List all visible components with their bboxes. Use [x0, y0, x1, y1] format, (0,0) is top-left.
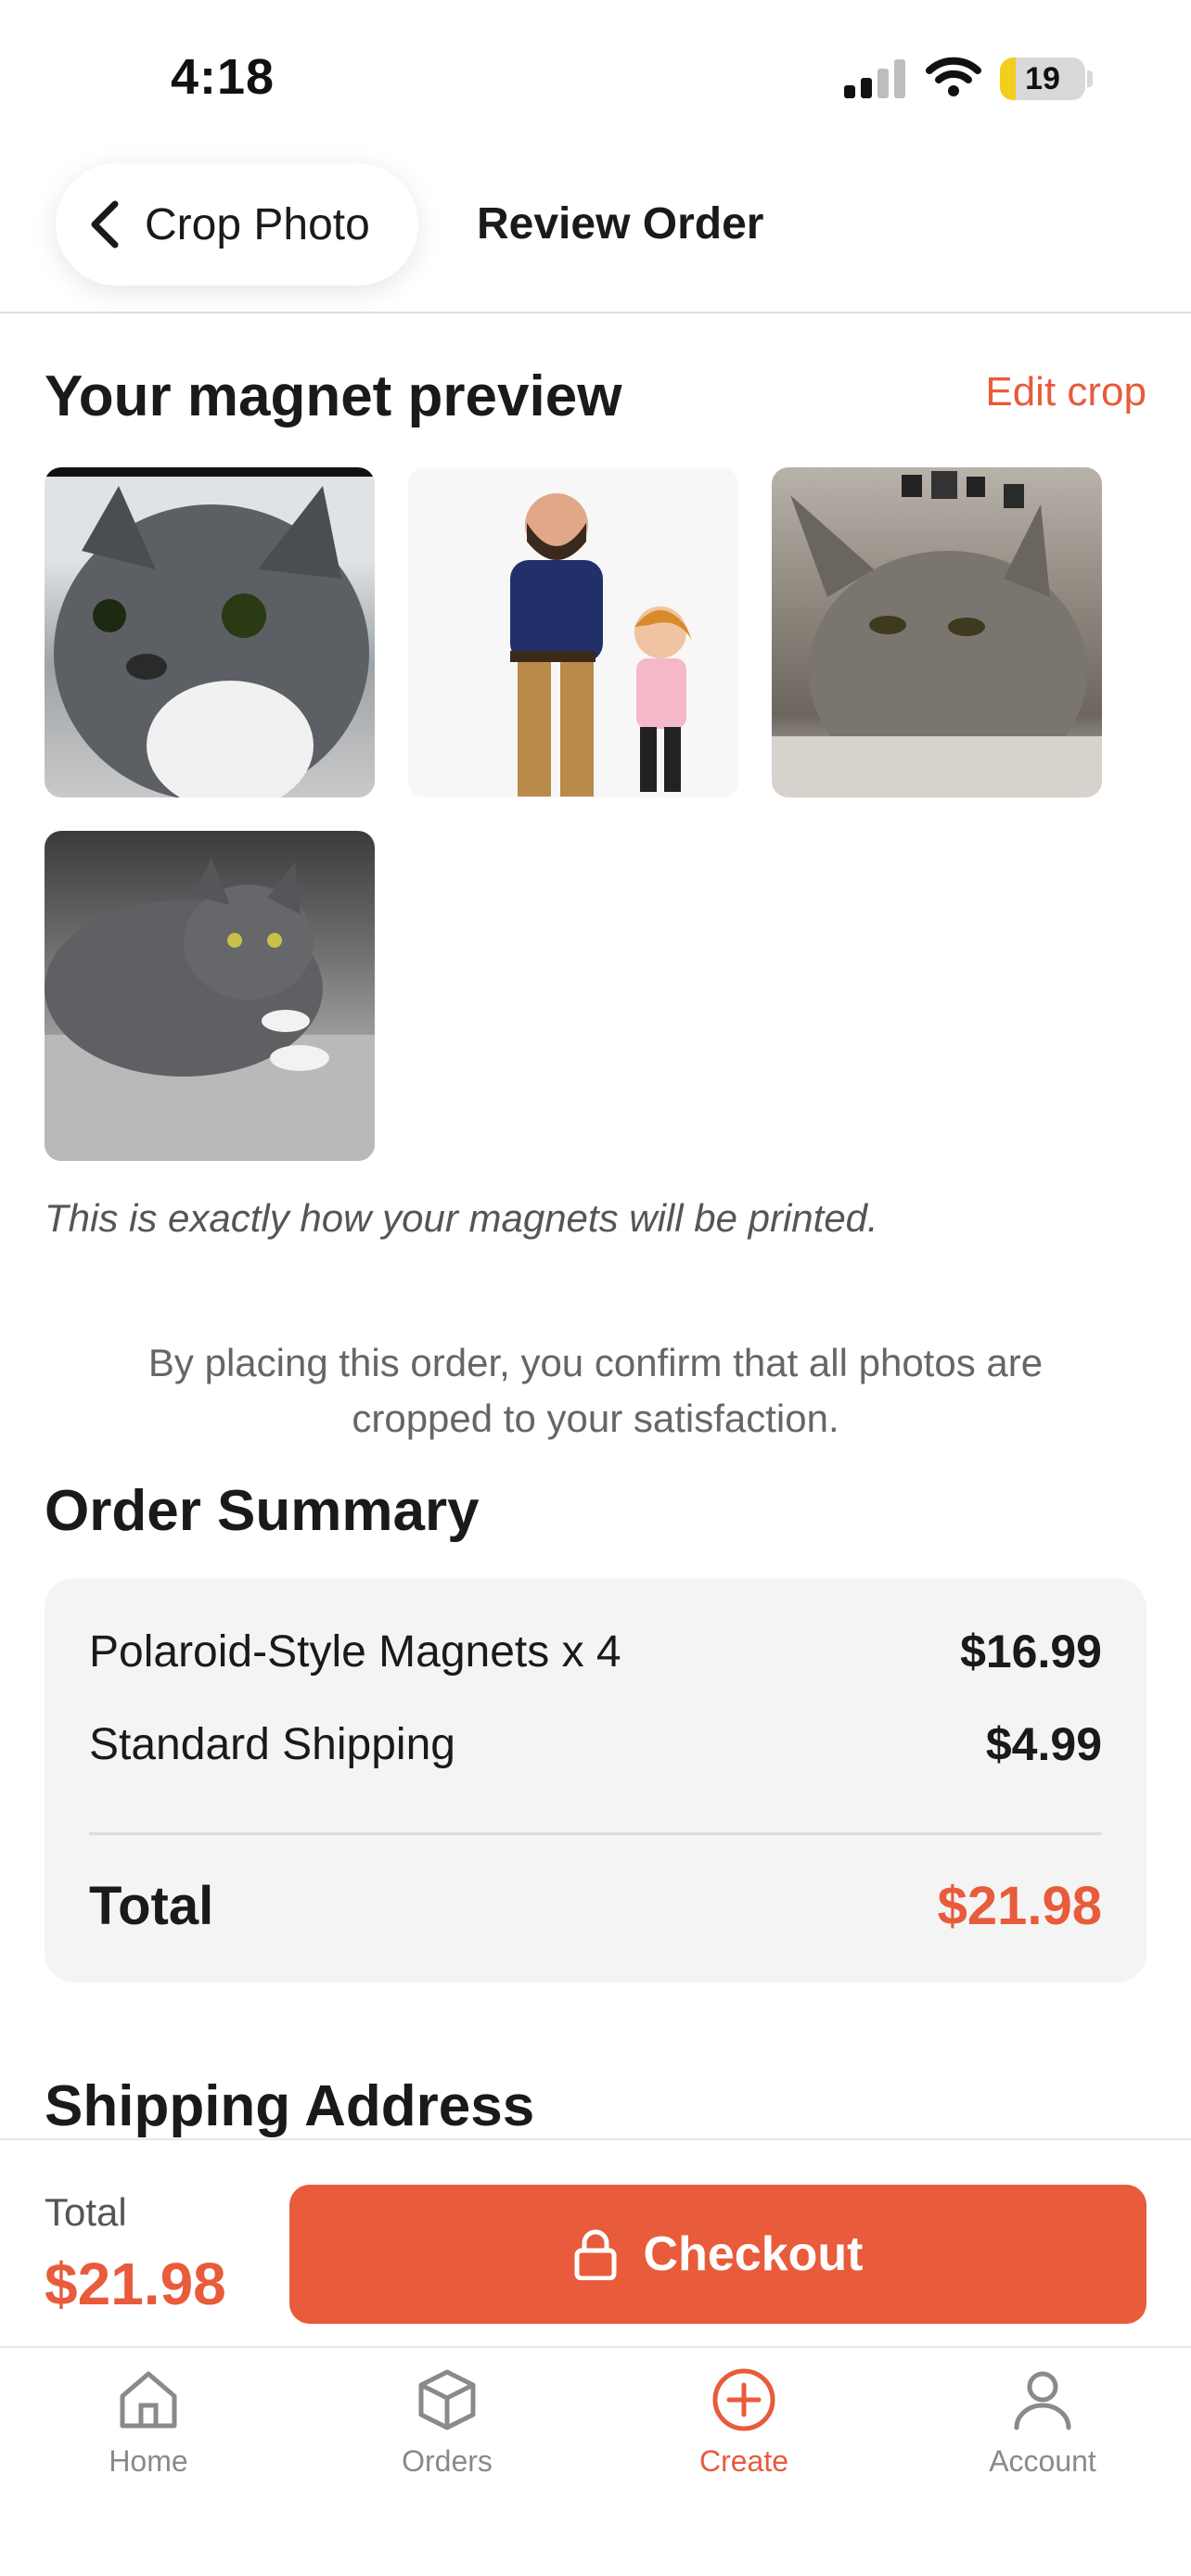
wifi-icon: [926, 57, 981, 96]
order-summary-card: Polaroid-Style Magnets x 4 $16.99 Standa…: [45, 1578, 1146, 1983]
tab-label: Account: [989, 2444, 1096, 2478]
cellular-signal-icon: [844, 59, 905, 98]
battery-nub: [1087, 70, 1093, 87]
line-item-price: $4.99: [985, 1718, 1102, 1770]
nav-header: Crop Photo Review Order: [0, 158, 1191, 313]
chevron-left-icon: [91, 200, 119, 249]
status-time: 4:18: [171, 49, 275, 105]
page-title: Review Order: [477, 199, 764, 249]
magnet-preview-photo: [45, 831, 375, 1161]
magnet-preview-photo: [408, 467, 738, 797]
status-bar: 4:18 19: [0, 0, 1191, 158]
summary-total-row: Total $21.98: [89, 1875, 1102, 1937]
battery-percentage: 19: [1025, 61, 1060, 96]
print-note: This is exactly how your magnets will be…: [45, 1196, 878, 1240]
person-icon: [1014, 2371, 1071, 2430]
magnet-preview-photo: [45, 467, 375, 797]
back-button[interactable]: Crop Photo: [56, 163, 418, 286]
checkout-total-label: Total: [45, 2190, 127, 2234]
back-button-label: Crop Photo: [145, 199, 370, 249]
tab-label: Orders: [402, 2444, 493, 2478]
checkout-button[interactable]: Checkout: [289, 2185, 1146, 2324]
line-item-price: $16.99: [960, 1626, 1102, 1677]
line-item-label: Standard Shipping: [89, 1719, 455, 1769]
confirm-note: By placing this order, you confirm that …: [147, 1341, 1044, 1440]
lock-icon: [574, 2229, 617, 2280]
battery-icon: 19: [1000, 57, 1085, 100]
edit-crop-link[interactable]: Edit crop: [985, 369, 1146, 415]
box-icon: [418, 2369, 476, 2430]
total-value: $21.98: [937, 1876, 1102, 1936]
checkout-total-value: $21.98: [45, 2251, 226, 2317]
tab-account[interactable]: Account: [931, 2366, 1154, 2479]
preview-heading: Your magnet preview: [45, 364, 622, 428]
summary-line-item: Polaroid-Style Magnets x 4 $16.99: [89, 1625, 1102, 1678]
gray-cat-lying-image: [45, 859, 375, 1161]
total-label: Total: [89, 1876, 214, 1936]
summary-divider: [89, 1832, 1102, 1835]
home-icon: [120, 2371, 177, 2429]
checkout-bar: Total $21.98 Checkout: [0, 2138, 1191, 2346]
line-item-label: Polaroid-Style Magnets x 4: [89, 1626, 621, 1677]
shipping-address-heading: Shipping Address: [45, 2074, 535, 2138]
tab-bar: Home Orders Create Account: [0, 2346, 1191, 2576]
checkout-button-label: Checkout: [643, 2227, 864, 2281]
tab-label: Create: [698, 2444, 789, 2478]
summary-line-item: Standard Shipping $4.99: [89, 1717, 1102, 1771]
tabby-cat-image: [772, 471, 1102, 797]
magnet-preview-photo: [772, 467, 1102, 797]
gray-cat-closeup-image: [54, 486, 369, 797]
tab-label: Home: [109, 2444, 188, 2478]
tab-create[interactable]: Create: [633, 2366, 855, 2479]
tab-home[interactable]: Home: [37, 2366, 260, 2479]
cartoon-father-daughter-image: [510, 493, 692, 797]
tab-orders[interactable]: Orders: [336, 2366, 558, 2479]
order-summary-heading: Order Summary: [45, 1479, 480, 1543]
plus-circle-icon: [712, 2368, 775, 2431]
